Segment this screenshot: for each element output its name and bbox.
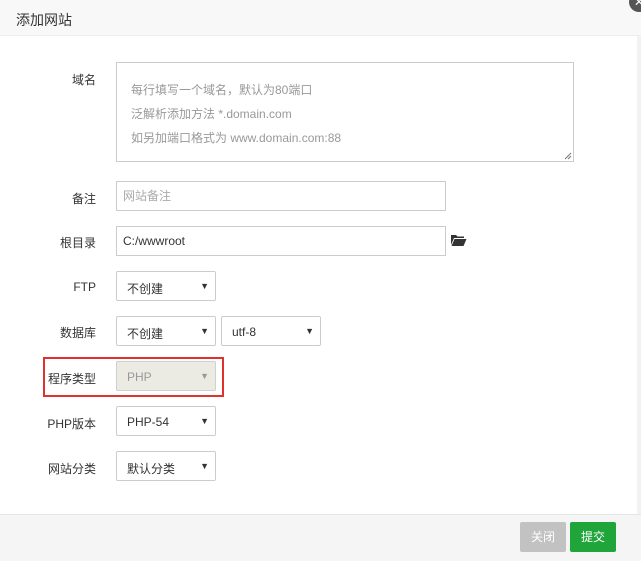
php-version-label: PHP版本 [47,417,96,431]
chevron-down-icon: ▼ [200,461,209,471]
program-type-label: 程序类型 [47,372,96,386]
dialog-titlebar: 添加网站 [0,0,641,36]
domain-textarea[interactable]: 每行填写一个域名，默认为80端口 泛解析添加方法 *.domain.com 如另… [116,62,574,162]
folder-open-icon[interactable] [450,233,467,247]
category-selected: 默认分类 [127,462,176,476]
chevron-down-icon: ▼ [200,371,209,381]
root-dir-label: 根目录 [59,236,96,250]
resize-grip-icon[interactable] [564,152,572,160]
submit-button[interactable]: 提交 [570,522,616,552]
add-site-dialog: 添加网站 ✕ 域名 每行填写一个域名，默认为80端口 泛解析添加方法 *.dom… [0,0,641,561]
database-select[interactable]: 不创建 ▼ [116,316,216,346]
php-version-selected: PHP-54 [127,415,170,429]
program-type-selected: PHP [127,370,152,384]
close-button[interactable]: 关闭 [520,522,566,552]
chevron-down-icon: ▼ [200,281,209,291]
category-label: 网站分类 [47,462,96,476]
remark-label: 备注 [71,192,96,206]
category-select[interactable]: 默认分类 ▼ [116,451,216,481]
charset-select[interactable]: utf-8 ▼ [221,316,321,346]
root-dir-value: C:/wwwroot [123,234,186,248]
remark-input[interactable] [116,181,446,211]
domain-label: 域名 [71,73,96,87]
dialog-scroll-edge [637,36,641,514]
program-type-select: PHP ▼ [116,361,216,391]
domain-placeholder-line-1: 每行填写一个域名，默认为80端口 [131,83,313,97]
ftp-selected: 不创建 [127,282,164,296]
ftp-select[interactable]: 不创建 ▼ [116,271,216,301]
domain-placeholder-line-3: 如另加端口格式为 www.domain.com:88 [131,131,342,145]
chevron-down-icon: ▼ [305,326,314,336]
dialog-title: 添加网站 [16,12,72,28]
chevron-down-icon: ▼ [200,326,209,336]
charset-selected: utf-8 [232,325,257,339]
database-label: 数据库 [59,326,96,340]
php-version-select[interactable]: PHP-54 ▼ [116,406,216,436]
ftp-label: FTP [73,280,96,294]
dialog-footer: 关闭 提交 [0,514,641,561]
domain-placeholder-line-2: 泛解析添加方法 *.domain.com [131,107,292,121]
chevron-down-icon: ▼ [200,416,209,426]
root-dir-input[interactable]: C:/wwwroot [116,226,446,256]
database-selected: 不创建 [127,327,164,341]
